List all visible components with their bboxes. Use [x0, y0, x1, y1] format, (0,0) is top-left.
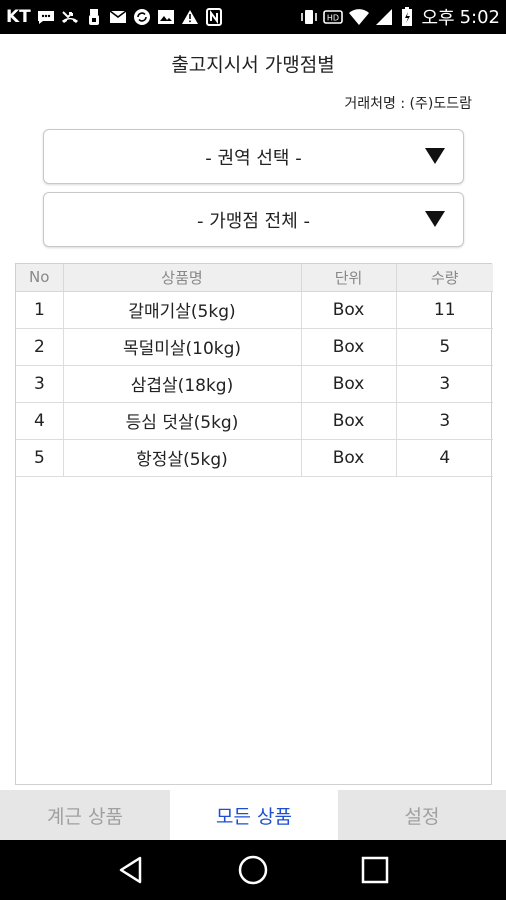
row-product-name: 목덜미살(10kg) [63, 328, 302, 366]
store-select[interactable]: - 가맹점 전체 - [43, 192, 464, 247]
table-row[interactable]: 4 등심 덧살(5kg) Box 3 [16, 402, 493, 440]
customer-name: 거래처명 : (주)도드람 [344, 96, 472, 112]
battery-icon [398, 7, 416, 27]
svg-text:HD: HD [327, 14, 339, 23]
row-no: 2 [16, 328, 64, 366]
row-no: 4 [16, 402, 64, 440]
row-quantity: 11 [396, 291, 493, 329]
recent-apps-icon[interactable] [355, 850, 395, 890]
row-quantity: 5 [396, 328, 493, 366]
store-select-value: - 가맹점 전체 - [197, 210, 310, 232]
column-header-unit: 단위 [301, 264, 397, 292]
vibrate-icon [300, 7, 318, 27]
sync-icon [133, 7, 151, 27]
dropdown-arrow-icon [425, 148, 445, 164]
home-icon[interactable] [233, 850, 273, 890]
missed-call-icon [61, 7, 79, 27]
region-select-value: - 권역 선택 - [205, 147, 302, 169]
wifi-icon [348, 7, 370, 27]
navigation-bar [0, 840, 506, 900]
gallery-icon [157, 7, 175, 27]
bottom-tab-bar: 계근 상품 모든 상품 설정 [0, 790, 506, 840]
tab-weighed-products[interactable]: 계근 상품 [0, 790, 170, 840]
product-table: No 상품명 단위 수량 1 갈매기살(5kg) Box 11 2 목덜미살(1… [16, 264, 493, 477]
row-unit: Box [301, 328, 397, 366]
row-product-name: 갈매기살(5kg) [63, 291, 302, 329]
column-header-no: No [16, 264, 64, 292]
row-no: 3 [16, 365, 64, 403]
time-prefix: 오후 [421, 8, 455, 29]
status-right: HD 오후 5:02 [300, 4, 500, 30]
hd-icon: HD [323, 7, 344, 27]
back-icon[interactable] [111, 850, 151, 890]
row-unit: Box [301, 402, 397, 440]
table-row[interactable]: 3 삼겹살(18kg) Box 3 [16, 365, 493, 403]
status-left: KT [6, 7, 223, 27]
row-no: 1 [16, 291, 64, 329]
row-unit: Box [301, 439, 397, 477]
nfc-icon [205, 7, 223, 27]
message-icon [37, 7, 55, 27]
table-row[interactable]: 5 항정살(5kg) Box 4 [16, 439, 493, 477]
status-bar: KT HD 오후 5:02 [0, 0, 506, 34]
dropdown-arrow-icon [425, 211, 445, 227]
product-table-container[interactable]: No 상품명 단위 수량 1 갈매기살(5kg) Box 11 2 목덜미살(1… [15, 263, 493, 785]
row-no: 5 [16, 439, 64, 477]
column-header-product-name: 상품명 [63, 264, 302, 292]
region-select[interactable]: - 권역 선택 - [43, 129, 464, 184]
clock: 5:02 [459, 6, 500, 28]
tab-all-products[interactable]: 모든 상품 [170, 790, 338, 840]
column-header-quantity: 수량 [396, 264, 493, 292]
warning-icon [181, 7, 199, 27]
tab-settings[interactable]: 설정 [338, 790, 506, 840]
signal-icon [375, 7, 393, 27]
table-header-row: No 상품명 단위 수량 [16, 264, 493, 292]
usb-icon [85, 7, 103, 27]
row-quantity: 3 [396, 365, 493, 403]
row-unit: Box [301, 365, 397, 403]
table-row[interactable]: 2 목덜미살(10kg) Box 5 [16, 328, 493, 366]
row-product-name: 등심 덧살(5kg) [63, 402, 302, 440]
page-title: 출고지시서 가맹점별 [171, 54, 335, 76]
row-product-name: 삼겹살(18kg) [63, 365, 302, 403]
row-quantity: 3 [396, 402, 493, 440]
row-product-name: 항정살(5kg) [63, 439, 302, 477]
table-row[interactable]: 1 갈매기살(5kg) Box 11 [16, 291, 493, 329]
row-unit: Box [301, 291, 397, 329]
carrier-label: KT [6, 7, 31, 27]
row-quantity: 4 [396, 439, 493, 477]
mail-icon [109, 7, 127, 27]
